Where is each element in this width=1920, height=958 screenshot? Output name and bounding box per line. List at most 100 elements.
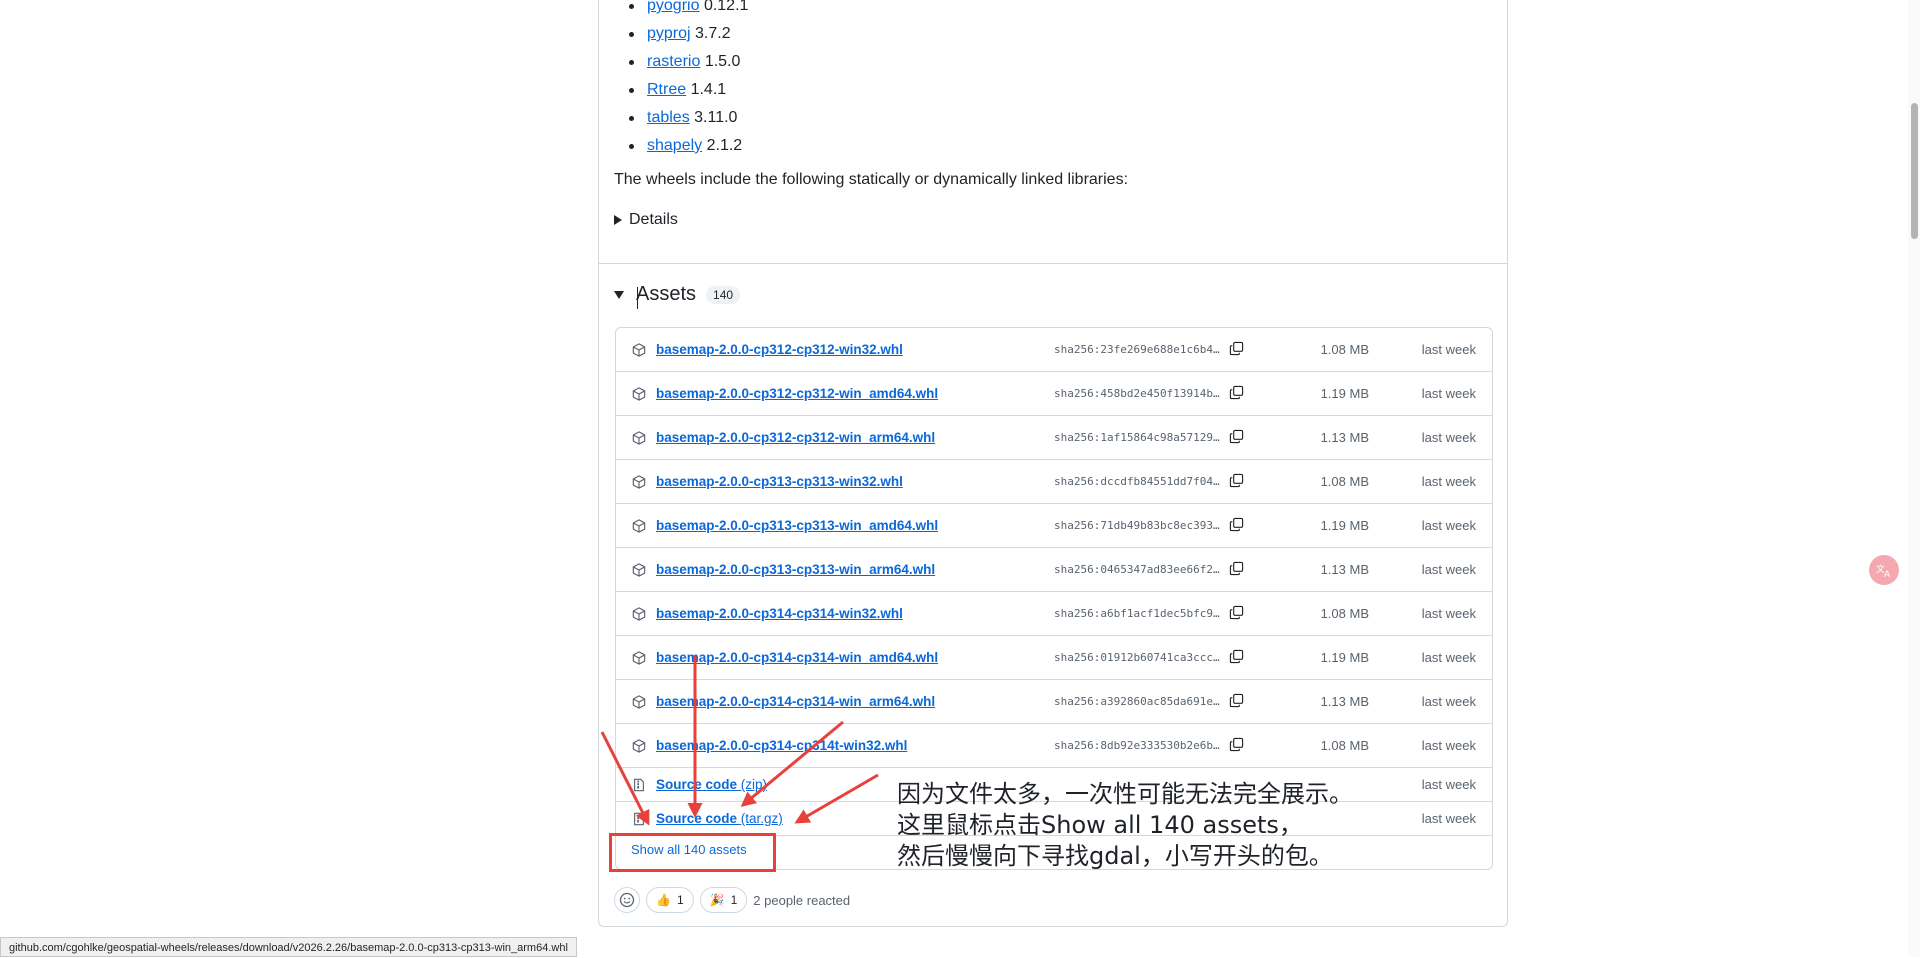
asset-row: basemap-2.0.0-cp312-cp312-win_amd64.whl s… [616, 372, 1492, 416]
asset-sha256: sha256:71db49b83bc8ec393… [1054, 519, 1220, 532]
asset-date: last week [1421, 474, 1476, 489]
copy-icon[interactable] [1229, 737, 1245, 753]
package-version: 1.5.0 [704, 53, 741, 70]
file-zip-icon [632, 778, 646, 792]
package-item: pyogrio 0.12.1 [625, 0, 748, 20]
copy-icon[interactable] [1229, 649, 1245, 665]
copy-icon[interactable] [1229, 561, 1245, 577]
asset-link[interactable]: basemap-2.0.0-cp314-cp314-win_amd64.whl [656, 650, 938, 665]
scrollbar-thumb[interactable] [1911, 103, 1918, 239]
asset-link[interactable]: basemap-2.0.0-cp313-cp313-win_arm64.whl [656, 562, 935, 577]
party-popper-icon: 🎉 [709, 893, 725, 907]
asset-size: 1.08 MB [1320, 342, 1369, 357]
package-version: 3.7.2 [695, 25, 731, 42]
package-icon [632, 475, 646, 489]
package-version: 3.11.0 [694, 109, 738, 126]
copy-icon[interactable] [1229, 341, 1245, 357]
package-item: rasterio 1.5.0 [625, 48, 748, 76]
asset-link[interactable]: basemap-2.0.0-cp313-cp313-win32.whl [656, 474, 903, 489]
source-code-label: Source code [656, 777, 738, 792]
annotation-line: 这里鼠标点击Show all 140 assets， [897, 811, 1303, 839]
translate-icon: 文 A [1876, 563, 1891, 579]
package-link[interactable]: pyproj [647, 25, 691, 42]
asset-date: last week [1421, 430, 1476, 445]
package-icon [632, 651, 646, 665]
package-link[interactable]: Rtree [647, 81, 686, 98]
source-code-link[interactable]: Source code (tar.gz) [656, 811, 783, 826]
caret-down-icon [614, 290, 624, 299]
package-item: Rtree 1.4.1 [625, 76, 748, 104]
source-code-link[interactable]: Source code (zip) [656, 777, 767, 792]
asset-size: 1.13 MB [1320, 430, 1369, 445]
source-code-label: Source code [656, 811, 738, 826]
copy-icon[interactable] [1229, 693, 1245, 709]
asset-size: 1.19 MB [1320, 386, 1369, 401]
copy-icon[interactable] [1229, 605, 1245, 621]
asset-date: last week [1421, 811, 1476, 826]
annotation-line: 然后慢慢向下寻找gdal，小写开头的包。 [897, 842, 1333, 870]
asset-row: basemap-2.0.0-cp312-cp312-win32.whl sha25… [616, 328, 1492, 372]
package-link[interactable]: rasterio [647, 53, 700, 70]
smiley-icon [619, 892, 635, 908]
package-icon [632, 739, 646, 753]
asset-link[interactable]: basemap-2.0.0-cp313-cp313-win_amd64.whl [656, 518, 938, 533]
source-code-format: (tar.gz) [740, 811, 783, 826]
asset-link[interactable]: basemap-2.0.0-cp312-cp312-win_arm64.whl [656, 430, 935, 445]
reaction-party[interactable]: 🎉 1 [699, 887, 748, 913]
asset-date: last week [1421, 606, 1476, 621]
asset-link[interactable]: basemap-2.0.0-cp314-cp314-win32.whl [656, 606, 903, 621]
details-toggle[interactable]: Details [614, 208, 678, 232]
annotation-text: 因为文件太多，一次性可能无法完全展示。 这里鼠标点击Show all 140 a… [897, 779, 1353, 872]
section-divider [598, 263, 1508, 264]
asset-sha256: sha256:dccdfb84551dd7f04… [1054, 475, 1220, 488]
asset-size: 1.08 MB [1320, 738, 1369, 753]
package-link[interactable]: pyogrio [647, 0, 699, 14]
package-icon [632, 695, 646, 709]
asset-date: last week [1421, 342, 1476, 357]
reaction-count: 1 [730, 893, 738, 907]
asset-row: basemap-2.0.0-cp313-cp313-win_arm64.whl s… [616, 548, 1492, 592]
highlight-box [609, 833, 776, 872]
package-icon [632, 387, 646, 401]
asset-sha256: sha256:1af15864c98a57129… [1054, 431, 1220, 444]
package-icon [632, 343, 646, 357]
asset-link[interactable]: basemap-2.0.0-cp314-cp314-win_arm64.whl [656, 694, 935, 709]
text-cursor [637, 287, 638, 309]
package-link[interactable]: shapely [647, 137, 702, 154]
reaction-thumbs-up[interactable]: 👍 1 [646, 887, 694, 913]
package-icon [632, 519, 646, 533]
source-code-format: (zip) [740, 777, 768, 792]
assets-toggle[interactable]: Assets 140 [614, 283, 741, 306]
package-item: shapely 2.1.2 [625, 132, 748, 160]
package-link[interactable]: tables [647, 109, 690, 126]
translate-button[interactable]: 文 A [1869, 555, 1899, 585]
svg-text:A: A [1884, 570, 1891, 579]
asset-sha256: sha256:0465347ad83ee66f2… [1054, 563, 1220, 576]
package-version: 1.4.1 [690, 81, 727, 98]
copy-icon[interactable] [1229, 517, 1245, 533]
package-icon [632, 607, 646, 621]
copy-icon[interactable] [1229, 385, 1245, 401]
asset-link[interactable]: basemap-2.0.0-cp314-cp314t-win32.whl [656, 738, 907, 753]
asset-size: 1.19 MB [1320, 518, 1369, 533]
assets-count-badge: 140 [706, 285, 741, 304]
asset-link[interactable]: basemap-2.0.0-cp312-cp312-win_amd64.whl [656, 386, 938, 401]
copy-icon[interactable] [1229, 429, 1245, 445]
add-reaction-button[interactable] [614, 887, 640, 913]
file-zip-icon [632, 812, 646, 826]
asset-link[interactable]: basemap-2.0.0-cp312-cp312-win32.whl [656, 342, 903, 357]
asset-sha256: sha256:01912b60741ca3ccc… [1054, 651, 1220, 664]
status-bar-url: github.com/cgohlke/geospatial-wheels/rel… [0, 937, 577, 957]
asset-row: basemap-2.0.0-cp313-cp313-win_amd64.whl s… [616, 504, 1492, 548]
package-list: pyogrio 0.12.1 pyproj 3.7.2 rasterio 1.5… [625, 0, 748, 160]
package-version: 0.12.1 [703, 0, 749, 14]
asset-sha256: sha256:a6bf1acf1dec5bfc9… [1054, 607, 1220, 620]
asset-date: last week [1421, 518, 1476, 533]
wheels-description: The wheels include the following statica… [614, 171, 1129, 188]
copy-icon[interactable] [1229, 473, 1245, 489]
asset-row: basemap-2.0.0-cp314-cp314-win32.whl sha25… [616, 592, 1492, 636]
package-item: pyproj 3.7.2 [625, 20, 748, 48]
caret-right-icon [614, 215, 622, 225]
asset-date: last week [1421, 694, 1476, 709]
page-scrollbar[interactable] [1908, 0, 1920, 957]
